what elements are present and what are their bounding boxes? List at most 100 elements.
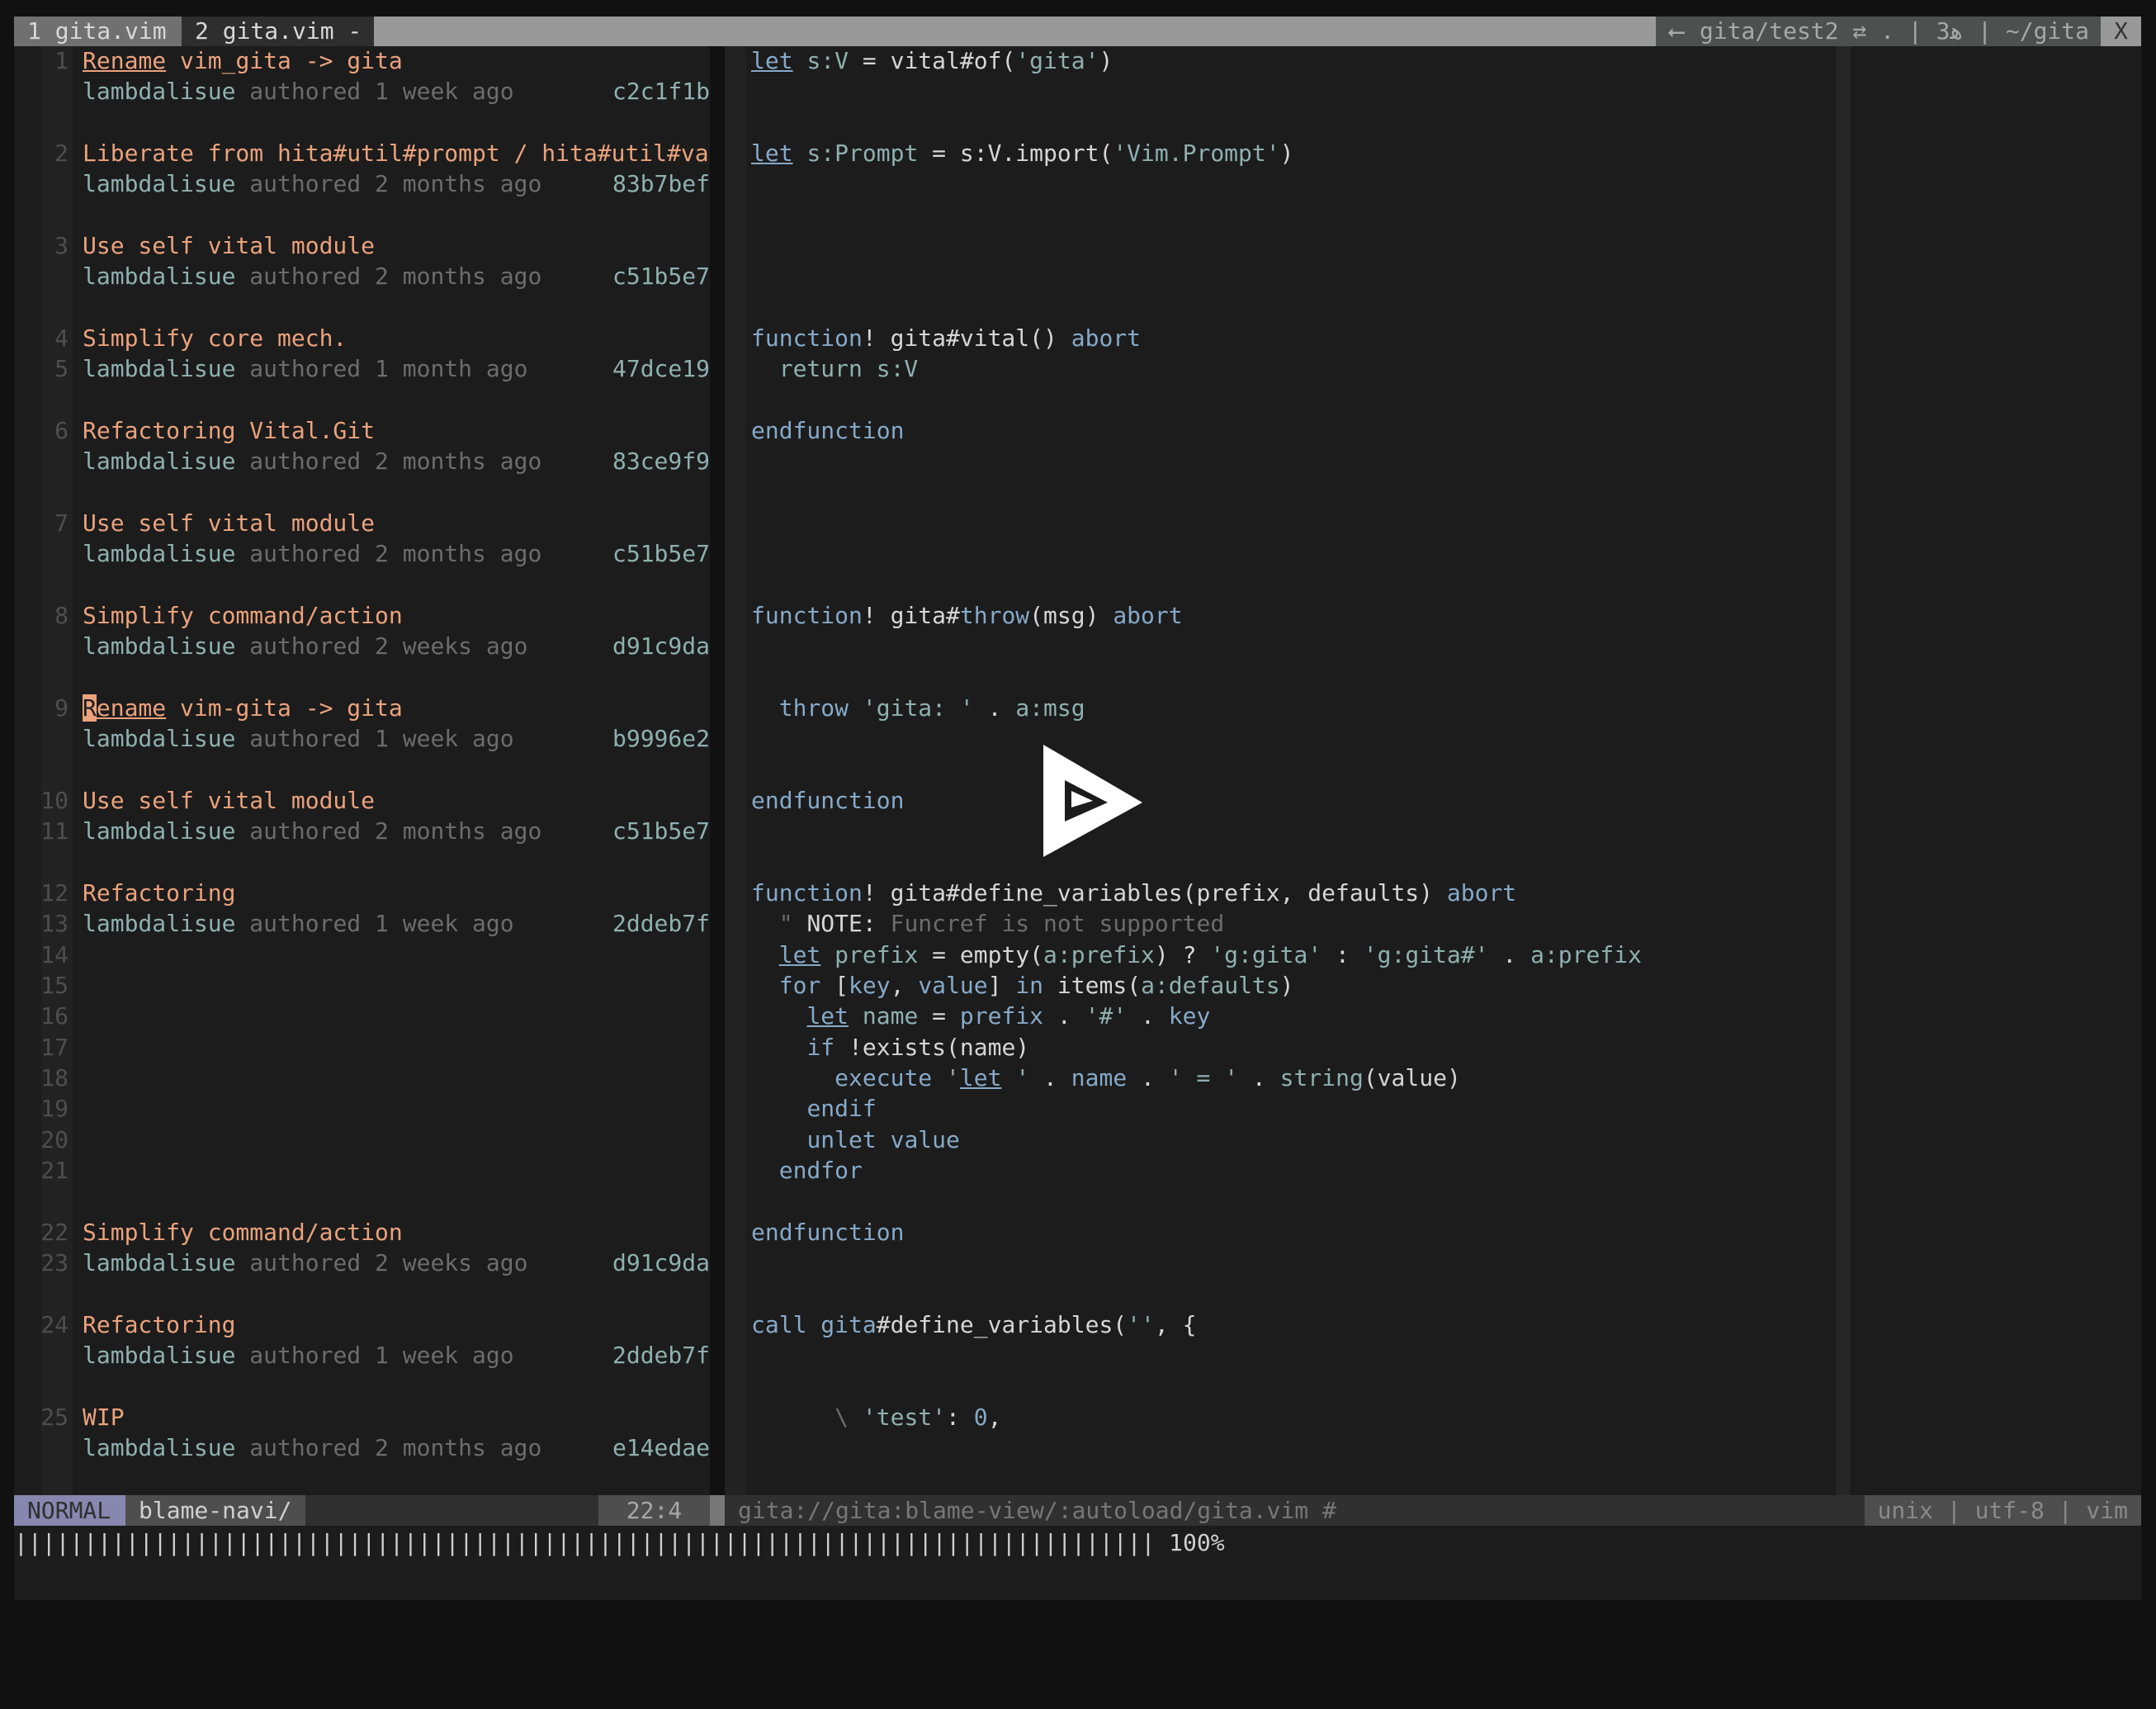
- text-segment: authored 2 weeks ago: [235, 632, 528, 660]
- code-token: name: [1071, 1063, 1128, 1091]
- sign-column: [725, 46, 746, 1495]
- blame-commit-title[interactable]: [83, 1093, 710, 1124]
- blame-author-line[interactable]: lambdalisue authored 2 weeks ago d91c9da: [83, 1247, 710, 1278]
- play-icon[interactable]: [1042, 743, 1149, 859]
- blame-author-line[interactable]: lambdalisue authored 2 months ago 83ce9f9: [83, 446, 710, 476]
- commit-hash: 47dce19: [612, 355, 710, 383]
- blame-commit-title[interactable]: [83, 970, 710, 1001]
- progress-bar: ||||||||||||||||||||||||||||||||||||||||…: [14, 1529, 1156, 1556]
- blame-author-line[interactable]: lambdalisue authored 1 month ago 47dce19: [83, 353, 710, 384]
- blame-author-line[interactable]: lambdalisue authored 1 week ago b9996e2: [83, 723, 710, 754]
- line-number: 13: [40, 910, 69, 938]
- text-segment: authored 1 week ago: [235, 78, 514, 106]
- code-line: let s:Prompt = s:V.import('Vim.Prompt'): [751, 138, 1293, 168]
- code-token: throw: [959, 601, 1030, 629]
- code-token: ,: [890, 971, 919, 999]
- code-token: items(: [1043, 971, 1142, 999]
- code-line: let name = prefix . '#' . key: [751, 1001, 1210, 1031]
- author-name: lambdalisue: [83, 725, 236, 753]
- blame-commit-title[interactable]: [83, 940, 710, 970]
- line-number: 1: [54, 47, 69, 74]
- code-token: unlet value: [806, 1125, 960, 1153]
- blame-commit-title[interactable]: Use self vital module: [83, 508, 710, 538]
- mode-indicator: NORMAL: [14, 1495, 125, 1526]
- text-segment: Simplify command/action: [83, 1218, 403, 1246]
- text-segment: Simplify core mech.: [83, 324, 348, 352]
- line-number: 3: [54, 231, 69, 259]
- blame-commit-title[interactable]: Refactoring: [83, 878, 710, 908]
- blame-author-line[interactable]: lambdalisue authored 2 months ago e14edae: [83, 1432, 710, 1463]
- code-token: 'gita': [1015, 47, 1099, 74]
- commit-hash: 2ddeb7f: [612, 1341, 710, 1369]
- blame-commit-title[interactable]: [83, 1001, 710, 1031]
- cursor: R: [83, 694, 97, 722]
- blame-commit-title[interactable]: [83, 1063, 710, 1093]
- text-segment: authored 2 months ago: [235, 447, 542, 476]
- code-line: let s:V = vital#of('gita'): [751, 45, 1113, 76]
- blame-commit-title[interactable]: [83, 1124, 710, 1155]
- blame-commit-title[interactable]: Rename vim_gita -> gita: [83, 45, 710, 76]
- blame-commit-title[interactable]: WIP: [83, 1402, 710, 1432]
- text-segment: vim_gita -> gita: [166, 47, 403, 74]
- line-number: 14: [40, 940, 69, 968]
- blame-author-line[interactable]: lambdalisue authored 1 week ago 2ddeb7f: [83, 908, 710, 939]
- blame-author-line[interactable]: lambdalisue authored 1 week ago 2ddeb7f: [83, 1340, 710, 1371]
- text-segment: authored 1 month ago: [235, 355, 528, 383]
- code-token: 'test': [862, 1403, 947, 1431]
- code-token: !exists(name): [835, 1033, 1030, 1061]
- author-name: lambdalisue: [83, 540, 236, 568]
- blame-commit-title[interactable]: [83, 1155, 710, 1186]
- code-token: s:Prompt: [806, 139, 919, 167]
- blame-author-line[interactable]: lambdalisue authored 2 weeks ago d91c9da: [83, 631, 710, 661]
- text-segment: Rename: [83, 47, 167, 74]
- blame-author-line[interactable]: lambdalisue authored 1 week ago c2c1f1b: [83, 76, 710, 107]
- blame-commit-title[interactable]: Refactoring Vital.Git: [83, 415, 710, 446]
- blame-commit-title[interactable]: Liberate from hita#util#prompt / hita#ut…: [83, 138, 710, 168]
- text-segment: authored 2 months ago: [235, 1433, 542, 1461]
- blame-commit-title[interactable]: Simplify command/action: [83, 600, 710, 631]
- line-number: 20: [40, 1125, 69, 1153]
- code-token: 0: [973, 1403, 988, 1431]
- text-segment: authored 2 months ago: [235, 817, 542, 845]
- code-line: endfunction: [751, 785, 904, 816]
- blame-view-pane[interactable]: [725, 46, 1836, 1495]
- close-tab-button[interactable]: X: [2101, 17, 2141, 46]
- code-token: ]: [987, 971, 1016, 999]
- blame-commit-title[interactable]: Simplify command/action: [83, 1217, 710, 1247]
- code-token: abort: [1446, 878, 1517, 907]
- blame-author-line[interactable]: lambdalisue authored 2 months ago c51b5e7: [83, 261, 710, 291]
- vertical-split-separator[interactable]: [710, 46, 725, 1495]
- blame-commit-title[interactable]: Rename vim-gita -> gita: [83, 693, 710, 723]
- tab-1[interactable]: 1 gita.vim: [14, 17, 182, 46]
- commit-hash: e14edae: [612, 1433, 710, 1461]
- command-line[interactable]: ||||||||||||||||||||||||||||||||||||||||…: [14, 1527, 1225, 1558]
- code-token: '#': [1085, 1002, 1128, 1030]
- line-number: 17: [40, 1033, 69, 1061]
- blame-commit-title[interactable]: Use self vital module: [83, 230, 710, 261]
- tab-2[interactable]: 2 gita.vim -: [182, 17, 374, 46]
- text-segment: vim-gita -> gita: [166, 694, 403, 722]
- color-column: [1836, 46, 1851, 1495]
- line-number: 24: [40, 1310, 69, 1338]
- commit-hash: c2c1f1b: [612, 78, 710, 106]
- blame-commit-title[interactable]: Refactoring: [83, 1309, 710, 1340]
- code-token: a:prefix: [1530, 940, 1642, 968]
- line-number: 4: [54, 324, 69, 352]
- code-token: endfunction: [751, 786, 905, 814]
- blame-author-line[interactable]: lambdalisue authored 2 months ago c51b5e7: [83, 816, 710, 846]
- blame-commit-title[interactable]: Use self vital module: [83, 785, 710, 816]
- blame-author-line[interactable]: lambdalisue authored 2 months ago 83b7bef: [83, 168, 710, 199]
- blame-commit-title[interactable]: [83, 1032, 710, 1063]
- commit-hash: 83ce9f9: [612, 447, 710, 476]
- text-segment: Use self vital module: [83, 231, 376, 259]
- text-segment: authored 1 week ago: [235, 1341, 514, 1369]
- author-name: lambdalisue: [83, 447, 236, 476]
- blame-author-line[interactable]: lambdalisue authored 2 months ago c51b5e7: [83, 538, 710, 569]
- code-token: function: [751, 878, 863, 907]
- code-token: #define_variables(: [876, 1310, 1128, 1338]
- blame-commit-title[interactable]: Simplify core mech.: [83, 323, 710, 353]
